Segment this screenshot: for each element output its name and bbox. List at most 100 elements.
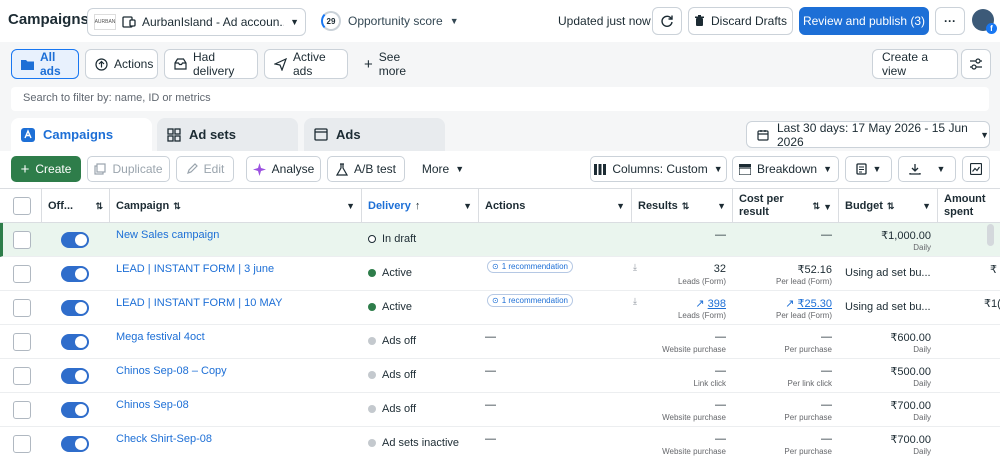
columns-icon: [594, 163, 607, 175]
tab-campaigns[interactable]: Campaigns: [11, 118, 152, 151]
edit-button[interactable]: Edit: [176, 156, 234, 182]
delivery-label: In draft: [382, 233, 417, 245]
cost-sub: Per purchase: [784, 345, 832, 354]
recommendation-badge[interactable]: ⊙ 1 recommendation: [487, 260, 573, 273]
filter-actions[interactable]: Actions: [85, 49, 158, 79]
row-checkbox[interactable]: [13, 265, 31, 283]
table-row[interactable]: Mega festival 4oct Ads off — — Website p…: [0, 325, 1000, 359]
duplicate-button[interactable]: Duplicate: [87, 156, 170, 182]
table-row[interactable]: New Sales campaign In draft — — ₹1,000.0…: [0, 223, 1000, 257]
plus-icon: +: [20, 160, 30, 178]
delivery-status: Ads off: [368, 403, 416, 415]
trend-up-icon: ↗: [785, 298, 795, 310]
more-options-button[interactable]: ···: [935, 7, 965, 35]
discard-drafts-button[interactable]: Discard Drafts: [688, 7, 793, 35]
filter-settings-button[interactable]: [961, 49, 991, 79]
row-checkbox[interactable]: [13, 435, 31, 453]
filter-active-ads-label: Active ads: [293, 50, 326, 78]
ab-test-button[interactable]: A/B test: [327, 156, 405, 182]
cost-value-link[interactable]: ↗ ₹25.30: [785, 297, 832, 310]
table-row[interactable]: LEAD | INSTANT FORM | 3 june Active ⊙ 1 r…: [0, 257, 1000, 291]
vertical-scrollbar[interactable]: [987, 224, 994, 246]
review-publish-button[interactable]: Review and publish (3): [799, 7, 929, 35]
row-toggle[interactable]: [61, 402, 89, 418]
row-checkbox[interactable]: [13, 231, 31, 249]
actions-value: —: [485, 365, 496, 377]
delivery-status: Ads off: [368, 369, 416, 381]
row-checkbox[interactable]: [13, 333, 31, 351]
create-button[interactable]: + Create: [11, 156, 81, 182]
row-toggle[interactable]: [61, 266, 89, 282]
columns-button[interactable]: Columns: Custom ▼: [590, 156, 727, 182]
tab-ads[interactable]: Ads: [304, 118, 445, 151]
table-row[interactable]: LEAD | INSTANT FORM | 10 MAY Active ⊙ 1 r…: [0, 291, 1000, 325]
row-checkbox[interactable]: [13, 367, 31, 385]
campaign-name-link[interactable]: Check Shirt-Sep-08: [116, 433, 212, 445]
breakdown-button[interactable]: Breakdown ▼: [732, 156, 839, 182]
analyse-button[interactable]: Analyse: [246, 156, 321, 182]
download-icon[interactable]: ⤓: [633, 296, 637, 307]
create-view-label: Create a view: [882, 50, 929, 78]
campaign-name-link[interactable]: LEAD | INSTANT FORM | 3 june: [116, 263, 274, 275]
actions-value: —: [485, 331, 496, 343]
analyse-label: Analyse: [271, 162, 315, 176]
header-cost-per-result[interactable]: Cost per result ⇅ ▼: [733, 189, 839, 223]
date-range-picker[interactable]: Last 30 days: 17 May 2026 - 15 Jun 2026 …: [746, 120, 990, 149]
refresh-button[interactable]: [652, 7, 682, 35]
avatar[interactable]: f: [972, 9, 997, 34]
more-actions-button[interactable]: More ▼: [414, 156, 472, 182]
header-amount-spent[interactable]: Amount spent: [938, 189, 1000, 223]
reports-button[interactable]: ▼: [845, 156, 892, 182]
header-campaign[interactable]: Campaign ⇅ ▼: [110, 189, 362, 223]
filter-active-ads[interactable]: Active ads: [264, 49, 348, 79]
account-selector[interactable]: AURBAN AurbanIsland - Ad accoun... ▼: [87, 8, 306, 36]
recommendation-badge[interactable]: ⊙ 1 recommendation: [487, 294, 573, 307]
header-delivery[interactable]: Delivery ↑ ▼: [362, 189, 479, 223]
header-cost-label-2: result: [739, 206, 769, 218]
see-more-filters[interactable]: + See more: [355, 49, 435, 79]
tab-ad-sets[interactable]: Ad sets: [157, 118, 298, 151]
campaign-name-link[interactable]: Mega festival 4oct: [116, 331, 205, 343]
download-icon[interactable]: ⤓: [633, 262, 637, 273]
off-dot-icon: [368, 405, 376, 413]
export-button[interactable]: ▼: [898, 156, 956, 182]
results-sub: Leads (Form): [677, 311, 726, 320]
results-value: 398: [707, 298, 726, 310]
header-actions-label: Actions: [485, 200, 526, 212]
row-checkbox[interactable]: [13, 299, 31, 317]
campaign-name-link[interactable]: New Sales campaign: [116, 229, 219, 241]
trend-up-icon: ↗: [695, 298, 705, 310]
search-input[interactable]: Search to filter by: name, ID or metrics: [11, 87, 989, 111]
filter-had-delivery[interactable]: Had delivery: [164, 49, 258, 79]
row-checkbox[interactable]: [13, 401, 31, 419]
header-budget[interactable]: Budget ⇅ ▼: [839, 189, 938, 223]
date-range-label: Last 30 days: 17 May 2026 - 15 Jun 2026: [777, 120, 968, 149]
opportunity-score[interactable]: 29 Opportunity score ▼: [321, 11, 459, 31]
results-value-link[interactable]: ↗ 398: [695, 297, 726, 310]
chevron-down-icon: ▼: [936, 164, 946, 174]
row-toggle[interactable]: [61, 368, 89, 384]
create-view-button[interactable]: Create a view: [872, 49, 958, 79]
table-row[interactable]: Chinos Sep-08 – Copy Ads off — — Link cl…: [0, 359, 1000, 393]
row-toggle[interactable]: [61, 436, 89, 452]
chart-view-button[interactable]: [962, 156, 990, 182]
row-toggle[interactable]: [61, 232, 89, 248]
budget-sub: Daily: [913, 379, 931, 388]
filter-all-ads[interactable]: All ads: [11, 49, 79, 79]
table-row[interactable]: Check Shirt-Sep-08 Ad sets inactive — — …: [0, 427, 1000, 459]
updated-status: Updated just now: [558, 14, 651, 28]
header-results[interactable]: Results ⇅ ▼: [632, 189, 733, 223]
row-toggle[interactable]: [61, 334, 89, 350]
results-value: 32: [713, 263, 726, 275]
header-actions[interactable]: Actions ▼: [479, 189, 632, 223]
results-sub: Leads (Form): [677, 277, 726, 286]
header-off-on[interactable]: Off... ⇅: [42, 189, 110, 223]
campaign-name-link[interactable]: Chinos Sep-08: [116, 399, 189, 411]
row-toggle[interactable]: [61, 300, 89, 316]
campaign-name-link[interactable]: Chinos Sep-08 – Copy: [116, 365, 227, 377]
select-all-checkbox[interactable]: [13, 197, 31, 215]
table-row[interactable]: Chinos Sep-08 Ads off — — Website purcha…: [0, 393, 1000, 427]
tab-ads-label: Ads: [336, 127, 361, 142]
campaign-name-link[interactable]: LEAD | INSTANT FORM | 10 MAY: [116, 297, 282, 309]
tab-ad-sets-label: Ad sets: [189, 127, 236, 142]
